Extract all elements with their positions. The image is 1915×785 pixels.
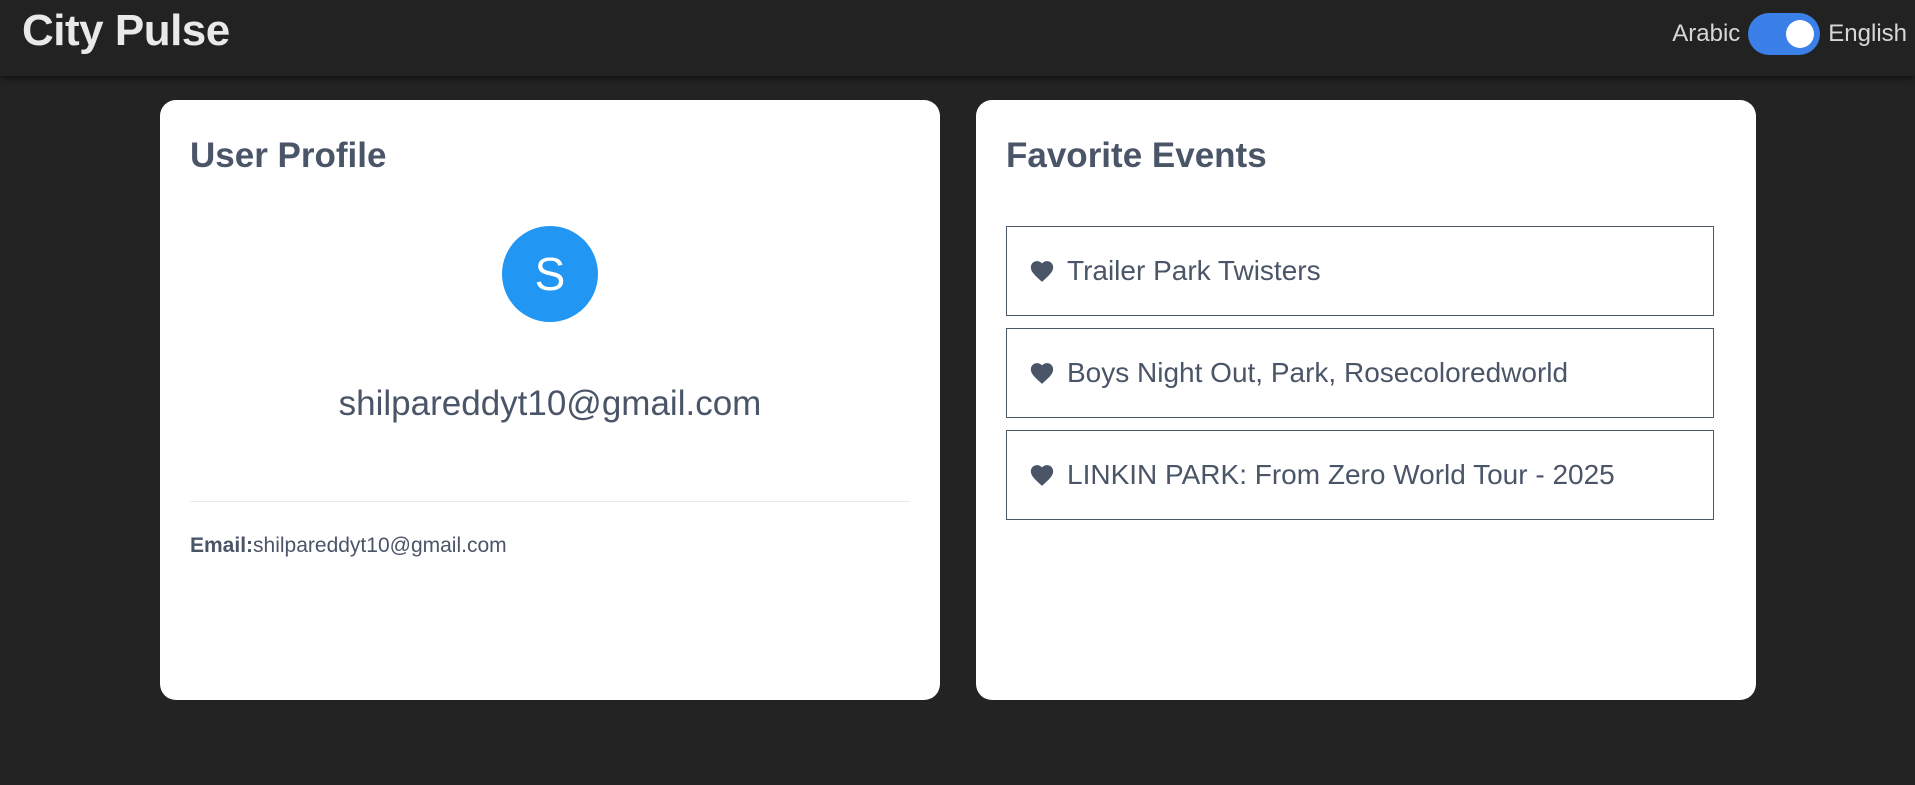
favorite-event-item[interactable]: LINKIN PARK: From Zero World Tour - 2025 bbox=[1006, 430, 1714, 520]
profile-display-email: shilpareddyt10@gmail.com bbox=[338, 384, 762, 423]
favorite-events-list: Trailer Park Twisters Boys Night Out, Pa… bbox=[1006, 226, 1714, 532]
language-toggle[interactable] bbox=[1748, 13, 1821, 55]
favorite-event-title: Boys Night Out, Park, Rosecoloredworld bbox=[1067, 357, 1569, 388]
email-value: shilpareddyt10@gmail.com bbox=[253, 534, 507, 557]
favorites-heading: Favorite Events bbox=[1006, 136, 1267, 175]
favorite-event-title: Trailer Park Twisters bbox=[1067, 255, 1321, 286]
avatar: S bbox=[502, 226, 598, 322]
favorite-event-item[interactable]: Trailer Park Twisters bbox=[1006, 226, 1714, 316]
profile-heading: User Profile bbox=[190, 136, 387, 175]
email-detail: Email:shilpareddyt10@gmail.com bbox=[190, 534, 507, 558]
heart-icon bbox=[1030, 261, 1054, 282]
language-label-english: English bbox=[1828, 20, 1907, 47]
toggle-knob bbox=[1786, 20, 1815, 48]
divider bbox=[190, 501, 910, 502]
language-label-arabic: Arabic bbox=[1672, 20, 1741, 47]
language-switcher: Arabic English bbox=[1670, 13, 1909, 55]
favorite-event-title: LINKIN PARK: From Zero World Tour - 2025 bbox=[1067, 459, 1615, 490]
heart-icon bbox=[1030, 465, 1054, 486]
favorite-event-item[interactable]: Boys Night Out, Park, Rosecoloredworld bbox=[1006, 328, 1714, 418]
email-label: Email: bbox=[190, 534, 254, 557]
favorite-events-card: Favorite Events Trailer Park Twisters Bo… bbox=[976, 100, 1756, 700]
user-profile-card: User Profile S shilpareddyt10@gmail.com … bbox=[160, 100, 940, 700]
app-title[interactable]: City Pulse bbox=[22, 6, 230, 56]
top-navbar: City Pulse Arabic English bbox=[0, 0, 1915, 76]
heart-icon bbox=[1030, 363, 1054, 384]
